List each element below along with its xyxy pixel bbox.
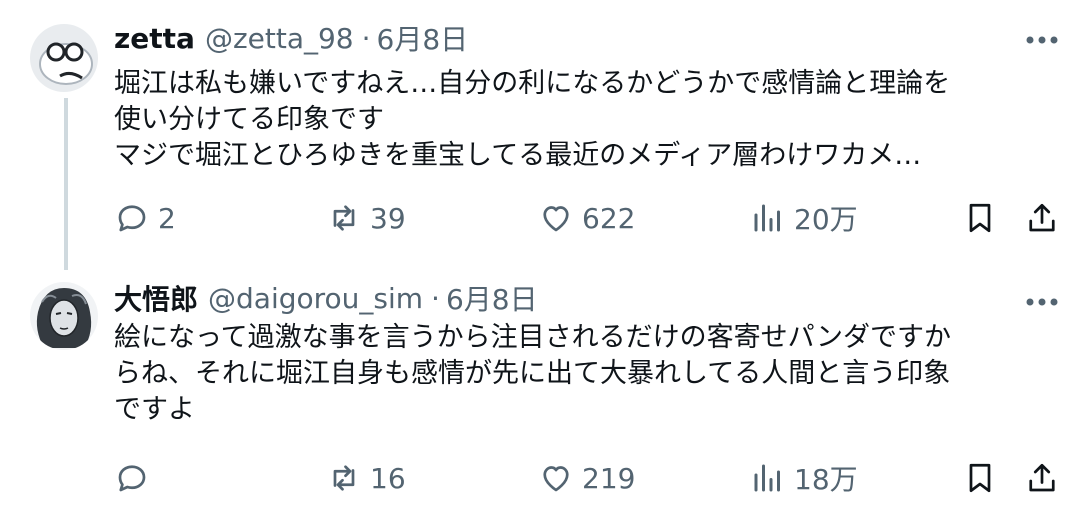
post-date[interactable]: 6月8日: [377, 18, 469, 58]
repost-count: 16: [370, 461, 406, 495]
views-icon: [754, 464, 780, 492]
reply-icon: [118, 205, 146, 232]
views-icon: [754, 204, 780, 232]
handle[interactable]: @zetta_98: [205, 22, 354, 55]
views-count: 18万: [794, 463, 858, 496]
bookmark-button[interactable]: [962, 196, 998, 240]
post-actions: 2 39 622 20万: [114, 196, 1064, 240]
repost-icon: [333, 205, 355, 231]
separator: ·: [431, 281, 440, 315]
thread-connector-line: [64, 98, 68, 270]
like-icon: [543, 206, 569, 232]
reply-count: 2: [158, 201, 176, 235]
post-date[interactable]: 6月8日: [446, 278, 538, 318]
post-text: 絵になって過激な事を言うから注目されるだけの客寄せパンダですか らね、それに堀江…: [114, 322, 951, 425]
like-button[interactable]: 622: [538, 196, 635, 240]
more-icon: [1026, 36, 1058, 44]
share-icon: [1029, 463, 1055, 492]
like-icon: [543, 466, 569, 492]
share-icon: [1029, 203, 1055, 232]
post-actions: 16 219 18万: [114, 456, 1064, 500]
more-button[interactable]: [1022, 20, 1062, 60]
reply-button[interactable]: 2: [114, 196, 176, 240]
share-button[interactable]: [1024, 456, 1060, 500]
like-button[interactable]: 219: [538, 456, 635, 500]
repost-icon: [333, 465, 355, 491]
separator: ·: [361, 21, 371, 55]
display-name[interactable]: zetta: [114, 22, 195, 55]
post-header: 大悟郎 @daigorou_sim · 6月8日: [114, 278, 538, 318]
handle[interactable]: @daigorou_sim: [208, 282, 423, 315]
share-button[interactable]: [1024, 196, 1060, 240]
display-name[interactable]: 大悟郎: [114, 278, 198, 318]
repost-button[interactable]: 39: [326, 196, 406, 240]
avatar[interactable]: [30, 24, 98, 92]
bookmark-icon: [969, 463, 991, 493]
reply-button[interactable]: [114, 456, 158, 500]
like-count: 219: [582, 461, 636, 495]
avatar[interactable]: [30, 282, 98, 350]
views-count: 20万: [794, 203, 858, 236]
more-icon: [1026, 298, 1058, 306]
repost-count: 39: [370, 201, 406, 235]
reply-icon: [118, 465, 146, 492]
views-button[interactable]: 18万: [750, 456, 858, 500]
views-button[interactable]: 20万: [750, 196, 858, 240]
bookmark-icon: [969, 203, 991, 233]
repost-button[interactable]: 16: [326, 456, 406, 500]
like-count: 622: [582, 201, 636, 235]
post-header: zetta @zetta_98 · 6月8日: [114, 18, 468, 58]
bookmark-button[interactable]: [962, 456, 998, 500]
post-text: 堀江は私も嫌いですねえ…自分の利になるかどうかで感情論と理論を 使い分けてる印象…: [114, 68, 951, 171]
more-button[interactable]: [1022, 282, 1062, 322]
